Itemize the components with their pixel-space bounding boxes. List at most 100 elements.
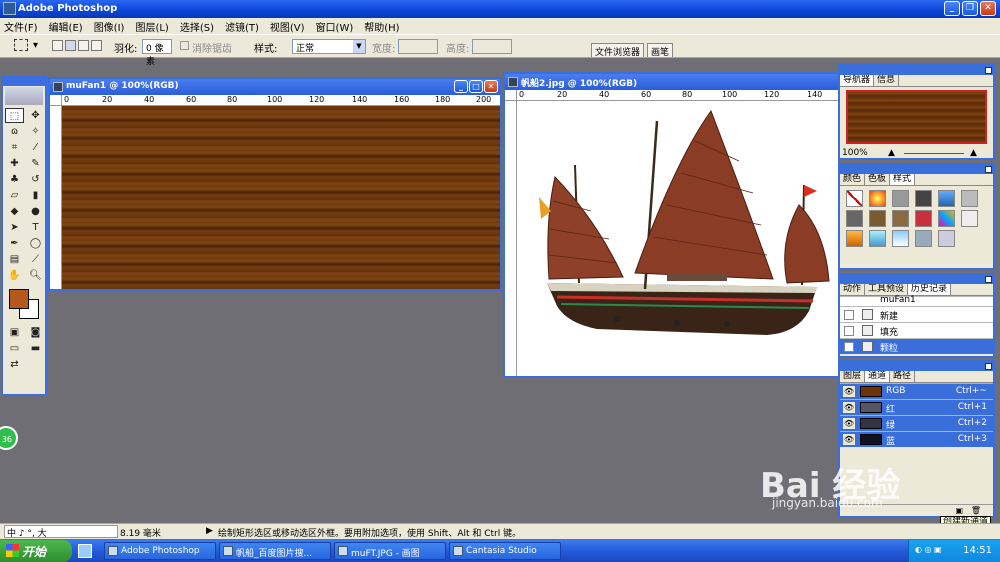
history-item-active[interactable]: 颗粒 — [840, 338, 993, 354]
notes-tool-icon[interactable]: ▤ — [5, 252, 24, 267]
vertical-ruler[interactable] — [50, 106, 62, 289]
menu-view[interactable]: 视图(V) — [270, 19, 305, 34]
visibility-eye-icon[interactable]: 👁︎ — [843, 418, 855, 429]
palette-header[interactable] — [840, 275, 993, 284]
ruler-origin[interactable] — [505, 90, 517, 101]
style-select[interactable]: 正常 ▼ — [292, 39, 366, 54]
tab-channels[interactable]: 通道 — [865, 371, 891, 382]
navigator-preview[interactable] — [846, 90, 987, 144]
tab-tool-presets[interactable]: 工具预设 — [865, 284, 909, 295]
palette-header[interactable] — [840, 362, 993, 371]
horizontal-ruler[interactable]: 0 20 40 60 80 100 120 140 160 180 200 — [62, 95, 500, 106]
menu-filter[interactable]: 滤镜(T) — [225, 19, 259, 34]
style-swatch[interactable] — [915, 190, 932, 207]
visibility-eye-icon[interactable]: 👁︎ — [843, 402, 855, 413]
menu-window[interactable]: 窗口(W) — [316, 19, 354, 34]
dodge-tool-icon[interactable]: ● — [26, 204, 45, 219]
tab-paths[interactable]: 路径 — [890, 371, 916, 382]
crop-tool-icon[interactable]: ⌗ — [5, 140, 24, 155]
clone-stamp-icon[interactable]: ♣ — [5, 172, 24, 187]
close-button[interactable]: ✕ — [980, 1, 996, 16]
doc1-title-bar[interactable]: muFan1 @ 100%(RGB) — [50, 79, 500, 95]
quick-mask-icon[interactable]: ◙ — [26, 325, 45, 340]
zoom-out-icon[interactable]: ▲ — [888, 148, 895, 158]
hand-tool-icon[interactable]: ✋ — [5, 268, 24, 283]
style-swatch-none[interactable] — [846, 190, 863, 207]
standard-mode-icon[interactable]: ▣ — [5, 325, 24, 340]
intersect-selection-icon[interactable] — [91, 40, 102, 51]
channel-row-red[interactable]: 👁︎ 红 Ctrl+1 — [840, 399, 993, 415]
healing-brush-icon[interactable]: ✚ — [5, 156, 24, 171]
antialias-checkbox[interactable] — [180, 41, 189, 50]
eyedropper-icon[interactable]: ⟋ — [26, 252, 45, 267]
shape-tool-icon[interactable]: ◯ — [26, 236, 45, 251]
style-swatch[interactable] — [892, 210, 909, 227]
visibility-eye-icon[interactable]: 👁︎ — [843, 386, 855, 397]
style-swatch[interactable] — [846, 210, 863, 227]
visibility-eye-icon[interactable]: 👁︎ — [843, 434, 855, 445]
style-swatch[interactable] — [938, 190, 955, 207]
gradient-tool-icon[interactable]: ▮ — [26, 188, 45, 203]
palette-menu-icon[interactable] — [985, 166, 992, 173]
palette-menu-icon[interactable] — [985, 363, 992, 370]
tab-layers[interactable]: 图层 — [840, 371, 866, 382]
style-swatch[interactable] — [938, 210, 955, 227]
menu-edit[interactable]: 编辑(E) — [49, 19, 83, 34]
fullscreen-mode-icon[interactable]: ▬ — [26, 341, 45, 356]
doc2-title-bar[interactable]: 帆船2.jpg @ 100%(RGB) — [505, 74, 838, 90]
history-snapshot[interactable]: muFan1 — [840, 295, 993, 306]
tab-brushes[interactable]: 画笔 — [647, 43, 674, 58]
tab-styles[interactable]: 样式 — [890, 174, 916, 185]
sailboat-canvas[interactable] — [517, 101, 838, 376]
taskbar-button-photoshop[interactable]: Adobe Photoshop — [104, 542, 216, 560]
marquee-tool-preset-icon[interactable] — [14, 39, 28, 51]
minimize-button[interactable]: _ — [944, 1, 960, 16]
taskbar-button-paint[interactable]: muFT.JPG - 画图 — [334, 542, 446, 560]
play-triangle-icon[interactable]: ▶ — [206, 526, 213, 536]
history-source-checkbox[interactable] — [844, 310, 854, 320]
new-selection-icon[interactable] — [52, 40, 63, 51]
style-swatch[interactable] — [892, 230, 909, 247]
palette-header[interactable] — [840, 66, 993, 75]
taskbar-button-camtasia[interactable]: Cantasia Studio — [449, 542, 561, 560]
taskbar-button-browser[interactable]: 帆船_百度图片搜... — [219, 542, 331, 560]
tab-file-browser[interactable]: 文件浏览器 — [591, 43, 645, 58]
tray-clock[interactable]: 14:51 — [963, 545, 992, 556]
path-select-icon[interactable]: ➤ — [5, 220, 24, 235]
style-swatch[interactable] — [846, 230, 863, 247]
document-window-sailboat[interactable]: 帆船2.jpg @ 100%(RGB) 0 20 40 60 80 100 12… — [503, 72, 840, 378]
history-item[interactable]: 填充 — [840, 322, 993, 338]
brush-tool-icon[interactable]: ✎ — [26, 156, 45, 171]
history-item[interactable]: 新建 — [840, 306, 993, 322]
style-swatch[interactable] — [915, 230, 932, 247]
menu-image[interactable]: 图像(I) — [94, 19, 125, 34]
wood-texture-canvas[interactable] — [62, 106, 500, 289]
menu-file[interactable]: 文件(F) — [4, 19, 38, 34]
start-button[interactable]: 开始 — [0, 540, 72, 562]
add-selection-icon[interactable] — [65, 40, 76, 51]
palette-menu-icon[interactable] — [985, 67, 992, 74]
type-tool-icon[interactable]: T — [26, 220, 45, 235]
style-swatch[interactable] — [892, 190, 909, 207]
rect-marquee-tool-icon[interactable]: ⬚ — [5, 108, 24, 123]
doc1-close-button[interactable]: ✕ — [484, 80, 498, 93]
move-tool-icon[interactable]: ✥ — [26, 108, 45, 123]
menu-select[interactable]: 选择(S) — [180, 19, 214, 34]
zoom-in-icon[interactable]: ▲ — [970, 148, 977, 158]
style-swatch[interactable] — [961, 190, 978, 207]
style-swatch[interactable] — [961, 210, 978, 227]
ime-toolbar[interactable]: 中 ♪ °, 大 — [4, 525, 118, 539]
style-swatch[interactable] — [869, 230, 886, 247]
screen-mode-icon[interactable]: ▭ — [5, 341, 24, 356]
palette-header[interactable] — [840, 165, 993, 174]
history-brush-icon[interactable]: ↺ — [26, 172, 45, 187]
delete-channel-icon[interactable]: 🗑︎ — [971, 506, 981, 515]
ruler-origin[interactable] — [50, 95, 62, 106]
magic-wand-icon[interactable]: ✧ — [26, 124, 45, 139]
lasso-tool-icon[interactable]: ɷ — [5, 124, 24, 139]
menu-layer[interactable]: 图层(L) — [135, 19, 168, 34]
jump-to-imageready-icon[interactable]: ⇄ — [5, 357, 24, 372]
zoom-slider[interactable] — [904, 153, 964, 154]
tab-navigator[interactable]: 导航器 — [840, 75, 875, 86]
style-swatch[interactable] — [915, 210, 932, 227]
